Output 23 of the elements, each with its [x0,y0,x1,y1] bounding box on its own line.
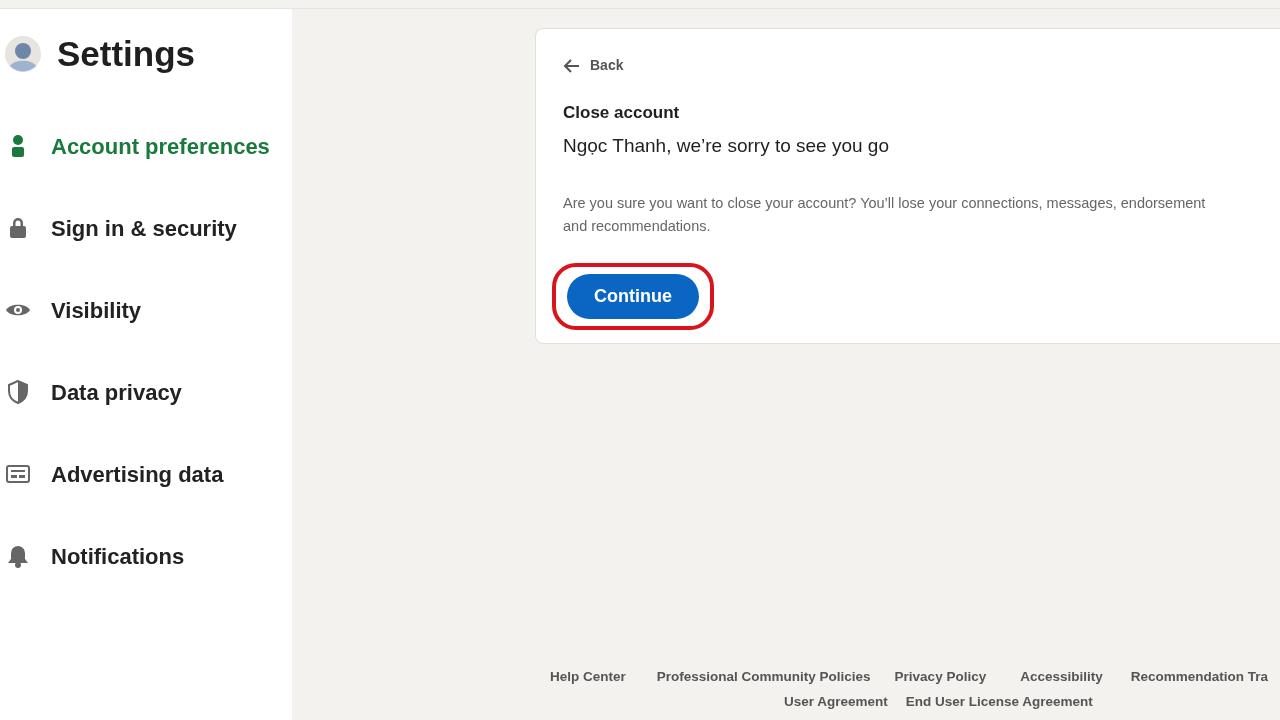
sidebar-item[interactable]: Advertising data [5,433,224,515]
sidebar-item[interactable]: Visibility [5,269,142,351]
sidebar-item[interactable]: Data privacy [5,351,182,433]
farewell-heading: Ngọc Thanh, we’re sorry to see you go [563,133,890,158]
sidebar-item[interactable]: Sign in & security [5,187,237,269]
sidebar-item[interactable]: Notifications [5,515,185,597]
page-title: Settings [57,33,196,75]
confirmation-message: Are you sure you want to close your account? You’ll lose your connections, messages, endorsement and recommendations. [563,194,1207,236]
footer-link[interactable]: Recommendation Tra [1130,669,1268,685]
sidebar-item[interactable]: Account preferences [5,105,270,187]
footer-link[interactable]: User Agreement [784,694,888,710]
footer-link[interactable]: Privacy Policy [894,669,987,685]
back-link[interactable]: Back [563,55,624,76]
shield-icon [5,379,31,405]
footer-link[interactable]: Help Center [550,669,626,685]
continue-button[interactable]: Continue [567,274,699,319]
bell-icon [5,543,31,569]
footer-link[interactable]: End User License Agreement [905,694,1093,710]
avatar-icon[interactable] [5,36,41,72]
back-arrow-icon [563,58,580,73]
section-heading: Close account [563,102,681,124]
footer-link[interactable]: Accessibility [1020,669,1103,685]
footer-link[interactable]: Professional Community Policies [656,669,871,685]
